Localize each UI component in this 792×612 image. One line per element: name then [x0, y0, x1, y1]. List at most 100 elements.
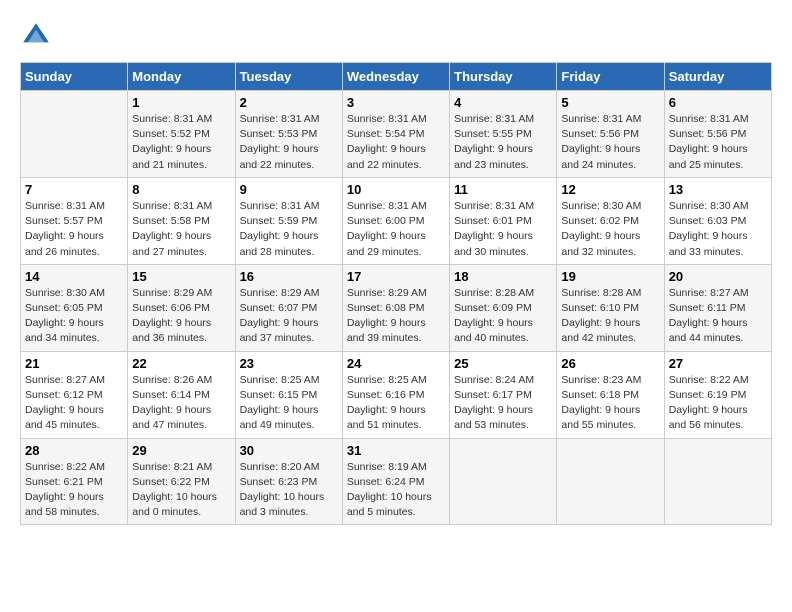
day-number: 3	[347, 95, 445, 110]
calendar-cell: 27Sunrise: 8:22 AMSunset: 6:19 PMDayligh…	[664, 351, 771, 438]
calendar-week-3: 14 Sunrise: 8:30 AMSunset: 6:05 PMDayligh…	[21, 264, 772, 351]
day-info: Sunrise: 8:31 AMSunset: 5:54 PMDaylight:…	[347, 112, 445, 173]
day-info: Sunrise: 8:31 AMSunset: 5:59 PMDaylight:…	[240, 199, 338, 260]
day-number: 20	[669, 269, 767, 284]
column-header-sunday: Sunday	[21, 63, 128, 91]
day-info: Sunrise: 8:27 AMSunset: 6:11 PMDaylight:…	[669, 286, 767, 347]
day-info: Sunrise: 8:31 AMSunset: 5:58 PMDaylight:…	[132, 199, 230, 260]
calendar-cell: 22 Sunrise: 8:26 AMSunset: 6:14 PMDayligh…	[128, 351, 235, 438]
calendar-cell: 25 Sunrise: 8:24 AMSunset: 6:17 PMDayligh…	[450, 351, 557, 438]
calendar-cell: 8 Sunrise: 8:31 AMSunset: 5:58 PMDaylight…	[128, 177, 235, 264]
day-info: Sunrise: 8:21 AMSunset: 6:22 PMDaylight:…	[132, 460, 230, 521]
day-number: 4	[454, 95, 552, 110]
day-number: 21	[25, 356, 123, 371]
day-number: 5	[561, 95, 659, 110]
day-info: Sunrise: 8:22 AMSunset: 6:21 PMDaylight:…	[25, 460, 123, 521]
calendar-cell: 31 Sunrise: 8:19 AMSunset: 6:24 PMDayligh…	[342, 438, 449, 525]
day-info: Sunrise: 8:29 AMSunset: 6:07 PMDaylight:…	[240, 286, 338, 347]
calendar-cell: 17 Sunrise: 8:29 AMSunset: 6:08 PMDayligh…	[342, 264, 449, 351]
day-info: Sunrise: 8:30 AMSunset: 6:03 PMDaylight:…	[669, 199, 767, 260]
calendar-week-1: 1Sunrise: 8:31 AMSunset: 5:52 PMDaylight…	[21, 91, 772, 178]
calendar-week-2: 7Sunrise: 8:31 AMSunset: 5:57 PMDaylight…	[21, 177, 772, 264]
day-number: 22	[132, 356, 230, 371]
page-header	[20, 20, 772, 52]
day-number: 25	[454, 356, 552, 371]
column-header-friday: Friday	[557, 63, 664, 91]
calendar-cell: 10Sunrise: 8:31 AMSunset: 6:00 PMDayligh…	[342, 177, 449, 264]
day-number: 24	[347, 356, 445, 371]
day-number: 14	[25, 269, 123, 284]
calendar-cell: 6 Sunrise: 8:31 AMSunset: 5:56 PMDaylight…	[664, 91, 771, 178]
calendar-cell: 14 Sunrise: 8:30 AMSunset: 6:05 PMDayligh…	[21, 264, 128, 351]
day-info: Sunrise: 8:30 AMSunset: 6:05 PMDaylight:…	[25, 286, 123, 347]
calendar-cell: 26 Sunrise: 8:23 AMSunset: 6:18 PMDayligh…	[557, 351, 664, 438]
calendar-week-4: 21Sunrise: 8:27 AMSunset: 6:12 PMDayligh…	[21, 351, 772, 438]
day-info: Sunrise: 8:28 AMSunset: 6:09 PMDaylight:…	[454, 286, 552, 347]
day-number: 30	[240, 443, 338, 458]
calendar-cell	[450, 438, 557, 525]
day-info: Sunrise: 8:25 AMSunset: 6:16 PMDaylight:…	[347, 373, 445, 434]
logo-icon	[20, 20, 52, 52]
calendar-cell: 28 Sunrise: 8:22 AMSunset: 6:21 PMDayligh…	[21, 438, 128, 525]
day-info: Sunrise: 8:31 AMSunset: 5:53 PMDaylight:…	[240, 112, 338, 173]
calendar-cell: 20 Sunrise: 8:27 AMSunset: 6:11 PMDayligh…	[664, 264, 771, 351]
column-header-wednesday: Wednesday	[342, 63, 449, 91]
column-header-saturday: Saturday	[664, 63, 771, 91]
day-number: 1	[132, 95, 230, 110]
day-info: Sunrise: 8:22 AMSunset: 6:19 PMDaylight:…	[669, 373, 767, 434]
calendar-cell: 21Sunrise: 8:27 AMSunset: 6:12 PMDayligh…	[21, 351, 128, 438]
day-number: 15	[132, 269, 230, 284]
calendar-cell: 1Sunrise: 8:31 AMSunset: 5:52 PMDaylight…	[128, 91, 235, 178]
calendar-cell: 29 Sunrise: 8:21 AMSunset: 6:22 PMDayligh…	[128, 438, 235, 525]
day-info: Sunrise: 8:31 AMSunset: 6:01 PMDaylight:…	[454, 199, 552, 260]
calendar-cell: 13 Sunrise: 8:30 AMSunset: 6:03 PMDayligh…	[664, 177, 771, 264]
day-info: Sunrise: 8:31 AMSunset: 5:55 PMDaylight:…	[454, 112, 552, 173]
day-info: Sunrise: 8:28 AMSunset: 6:10 PMDaylight:…	[561, 286, 659, 347]
day-number: 6	[669, 95, 767, 110]
day-info: Sunrise: 8:29 AMSunset: 6:06 PMDaylight:…	[132, 286, 230, 347]
calendar-cell: 9 Sunrise: 8:31 AMSunset: 5:59 PMDaylight…	[235, 177, 342, 264]
calendar-cell	[21, 91, 128, 178]
day-number: 13	[669, 182, 767, 197]
day-info: Sunrise: 8:26 AMSunset: 6:14 PMDaylight:…	[132, 373, 230, 434]
day-info: Sunrise: 8:30 AMSunset: 6:02 PMDaylight:…	[561, 199, 659, 260]
column-header-tuesday: Tuesday	[235, 63, 342, 91]
day-number: 12	[561, 182, 659, 197]
day-number: 31	[347, 443, 445, 458]
calendar-cell: 15 Sunrise: 8:29 AMSunset: 6:06 PMDayligh…	[128, 264, 235, 351]
calendar-cell: 5 Sunrise: 8:31 AMSunset: 5:56 PMDaylight…	[557, 91, 664, 178]
day-info: Sunrise: 8:19 AMSunset: 6:24 PMDaylight:…	[347, 460, 445, 521]
day-info: Sunrise: 8:31 AMSunset: 5:56 PMDaylight:…	[669, 112, 767, 173]
calendar-cell: 2 Sunrise: 8:31 AMSunset: 5:53 PMDaylight…	[235, 91, 342, 178]
day-number: 26	[561, 356, 659, 371]
day-number: 7	[25, 182, 123, 197]
day-info: Sunrise: 8:31 AMSunset: 5:56 PMDaylight:…	[561, 112, 659, 173]
day-number: 19	[561, 269, 659, 284]
day-number: 11	[454, 182, 552, 197]
day-number: 16	[240, 269, 338, 284]
day-number: 17	[347, 269, 445, 284]
calendar-cell: 16 Sunrise: 8:29 AMSunset: 6:07 PMDayligh…	[235, 264, 342, 351]
day-info: Sunrise: 8:23 AMSunset: 6:18 PMDaylight:…	[561, 373, 659, 434]
calendar-cell	[664, 438, 771, 525]
day-number: 2	[240, 95, 338, 110]
calendar-cell: 24 Sunrise: 8:25 AMSunset: 6:16 PMDayligh…	[342, 351, 449, 438]
calendar-cell: 3 Sunrise: 8:31 AMSunset: 5:54 PMDaylight…	[342, 91, 449, 178]
calendar-week-5: 28 Sunrise: 8:22 AMSunset: 6:21 PMDayligh…	[21, 438, 772, 525]
day-info: Sunrise: 8:29 AMSunset: 6:08 PMDaylight:…	[347, 286, 445, 347]
day-number: 28	[25, 443, 123, 458]
calendar-cell: 19 Sunrise: 8:28 AMSunset: 6:10 PMDayligh…	[557, 264, 664, 351]
day-number: 18	[454, 269, 552, 284]
day-info: Sunrise: 8:24 AMSunset: 6:17 PMDaylight:…	[454, 373, 552, 434]
day-number: 8	[132, 182, 230, 197]
calendar-cell: 4 Sunrise: 8:31 AMSunset: 5:55 PMDaylight…	[450, 91, 557, 178]
day-info: Sunrise: 8:31 AMSunset: 6:00 PMDaylight:…	[347, 199, 445, 260]
column-header-thursday: Thursday	[450, 63, 557, 91]
day-number: 29	[132, 443, 230, 458]
calendar-cell: 11 Sunrise: 8:31 AMSunset: 6:01 PMDayligh…	[450, 177, 557, 264]
day-number: 23	[240, 356, 338, 371]
calendar-cell: 23Sunrise: 8:25 AMSunset: 6:15 PMDayligh…	[235, 351, 342, 438]
calendar-cell: 30Sunrise: 8:20 AMSunset: 6:23 PMDayligh…	[235, 438, 342, 525]
calendar-body: 1Sunrise: 8:31 AMSunset: 5:52 PMDaylight…	[21, 91, 772, 525]
day-number: 9	[240, 182, 338, 197]
